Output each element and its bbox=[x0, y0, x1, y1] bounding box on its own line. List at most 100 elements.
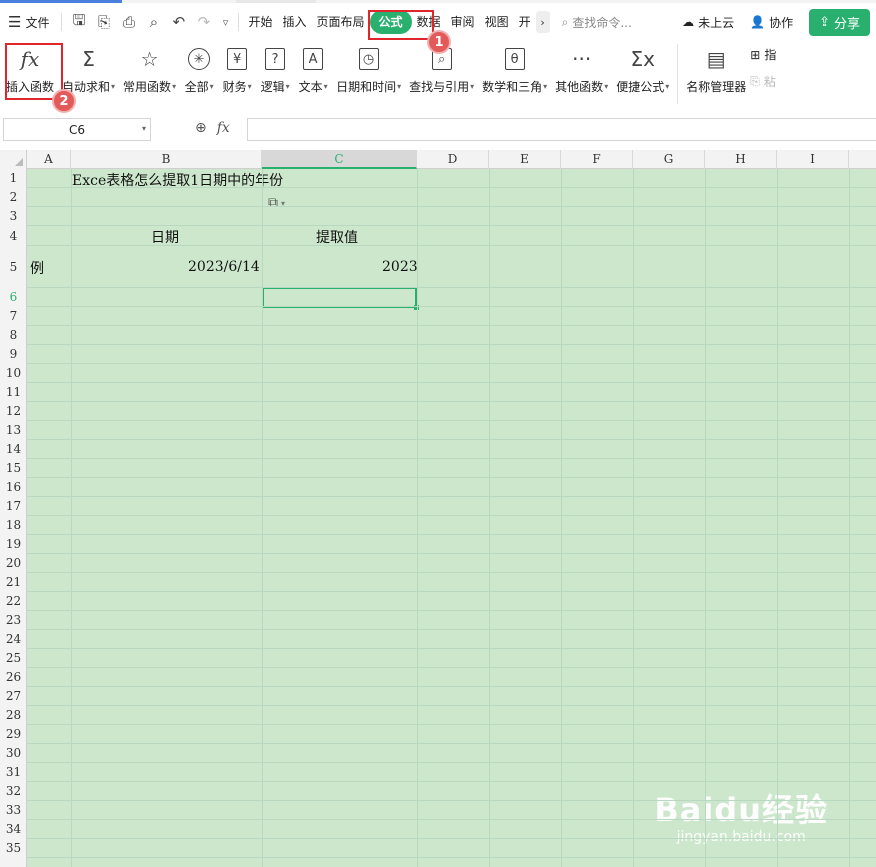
column-header-E[interactable]: E bbox=[489, 150, 561, 169]
row-header-29[interactable]: 29 bbox=[0, 725, 27, 744]
baidu-watermark: Baidu经验 jingyan.baidu.com bbox=[654, 785, 828, 845]
asterisk-icon: ✳ bbox=[188, 48, 211, 70]
cell-A5[interactable]: 例 bbox=[30, 258, 44, 278]
collaborate-button[interactable]: 👤 协作 bbox=[750, 14, 793, 31]
print-preview-icon[interactable]: ⌕ bbox=[141, 10, 166, 34]
row-header-28[interactable]: 28 bbox=[0, 706, 27, 725]
row-header-25[interactable]: 25 bbox=[0, 649, 27, 668]
save-icon[interactable]: 🖫 bbox=[66, 10, 91, 34]
cell-C4[interactable]: 提取值 bbox=[316, 227, 358, 247]
text-functions-label: 文本 bbox=[298, 80, 323, 94]
customize-quick-access-icon[interactable]: ▿ bbox=[216, 10, 234, 34]
row-header-12[interactable]: 12 bbox=[0, 402, 27, 421]
column-header-H[interactable]: H bbox=[705, 150, 777, 169]
row-header-23[interactable]: 23 bbox=[0, 611, 27, 630]
row-header-21[interactable]: 21 bbox=[0, 573, 27, 592]
lookup-reference-label: 查找与引用 bbox=[409, 80, 470, 94]
tab-page-layout[interactable]: 页面布局 bbox=[312, 10, 370, 34]
search-icon: ⌕ bbox=[561, 14, 569, 29]
column-header-D[interactable]: D bbox=[417, 150, 489, 169]
row-header-32[interactable]: 32 bbox=[0, 782, 27, 801]
row-header-3[interactable]: 3 bbox=[0, 207, 27, 226]
cell-C5[interactable]: 2023 bbox=[382, 259, 418, 275]
quick-formula-button[interactable]: Σx 便捷公式 ▾ bbox=[612, 40, 673, 104]
logical-button[interactable]: ? 逻辑 ▾ bbox=[256, 40, 294, 104]
column-header-I[interactable]: I bbox=[777, 150, 849, 169]
common-functions-button[interactable]: ☆ 常用函数 ▾ bbox=[119, 40, 180, 104]
grid-row-line bbox=[27, 648, 876, 649]
doc-tab-indicator bbox=[236, 0, 316, 3]
name-box[interactable]: C6 ▾ bbox=[3, 118, 151, 141]
tab-home[interactable]: 开始 bbox=[243, 10, 277, 34]
fx-icon[interactable]: fx bbox=[217, 120, 230, 136]
row-header-35[interactable]: 35 bbox=[0, 839, 27, 858]
row-header-34[interactable]: 34 bbox=[0, 820, 27, 839]
row-header-18[interactable]: 18 bbox=[0, 516, 27, 535]
formula-input[interactable] bbox=[247, 118, 876, 141]
annotation-box-insert-function bbox=[5, 43, 63, 100]
specify-button[interactable]: ⊞ 指 bbox=[750, 46, 776, 63]
row-header-30[interactable]: 30 bbox=[0, 744, 27, 763]
row-header-22[interactable]: 22 bbox=[0, 592, 27, 611]
row-header-1[interactable]: 1 bbox=[0, 169, 27, 188]
tab-developer[interactable]: 开 bbox=[514, 10, 536, 34]
column-header-B[interactable]: B bbox=[71, 150, 262, 169]
row-header-15[interactable]: 15 bbox=[0, 459, 27, 478]
text-functions-button[interactable]: A 文本 ▾ bbox=[294, 40, 332, 104]
row-header-16[interactable]: 16 bbox=[0, 478, 27, 497]
name-manager-button[interactable]: ▤ 名称管理器 bbox=[682, 40, 750, 104]
column-header-A[interactable]: A bbox=[27, 150, 71, 169]
row-header-14[interactable]: 14 bbox=[0, 440, 27, 459]
grid-row-line bbox=[27, 401, 876, 402]
row-header-11[interactable]: 11 bbox=[0, 383, 27, 402]
row-header-24[interactable]: 24 bbox=[0, 630, 27, 649]
row-header-8[interactable]: 8 bbox=[0, 326, 27, 345]
column-header-C[interactable]: C bbox=[262, 150, 417, 169]
row-header-27[interactable]: 27 bbox=[0, 687, 27, 706]
chevron-right-icon[interactable]: › bbox=[535, 11, 550, 33]
row-header-5[interactable]: 5 bbox=[0, 246, 27, 288]
paste-button[interactable]: ⎘ 粘 bbox=[750, 73, 776, 90]
export-pdf-icon[interactable]: ⎘ bbox=[91, 10, 116, 34]
row-header-13[interactable]: 13 bbox=[0, 421, 27, 440]
undo-icon[interactable]: ↶ bbox=[166, 10, 191, 34]
chevron-down-icon[interactable]: ▾ bbox=[142, 124, 146, 133]
row-header-2[interactable]: 2 bbox=[0, 188, 27, 207]
print-icon[interactable]: ⎙ bbox=[116, 10, 141, 34]
row-header-26[interactable]: 26 bbox=[0, 668, 27, 687]
cell-B5[interactable]: 2023/6/14 bbox=[188, 259, 260, 275]
selected-cell-C6[interactable] bbox=[262, 287, 419, 310]
financial-button[interactable]: ¥ 财务 ▾ bbox=[218, 40, 256, 104]
row-header-9[interactable]: 9 bbox=[0, 345, 27, 364]
column-header-F[interactable]: F bbox=[561, 150, 633, 169]
all-functions-button[interactable]: ✳ 全部 ▾ bbox=[180, 40, 218, 104]
spreadsheet-grid[interactable]: ABCDEFGHI 1 2 3 4 5 6 7 8 9 10 11 12 13 14 15 16 17 18 19 2… bbox=[0, 150, 876, 867]
date-time-button[interactable]: ◷ 日期和时间 ▾ bbox=[332, 40, 405, 104]
share-icon: ⇪ bbox=[819, 14, 830, 30]
math-trig-button[interactable]: θ 数学和三角 ▾ bbox=[478, 40, 551, 104]
tab-insert[interactable]: 插入 bbox=[277, 10, 311, 34]
tab-view[interactable]: 视图 bbox=[480, 10, 514, 34]
row-header-6[interactable]: 6 bbox=[0, 288, 27, 307]
other-functions-button[interactable]: ··· 其他函数 ▾ bbox=[551, 40, 612, 104]
row-header-7[interactable]: 7 bbox=[0, 307, 27, 326]
file-menu-button[interactable]: ☰ 文件 bbox=[0, 4, 57, 40]
cloud-status-button[interactable]: ☁ 未上云 bbox=[682, 14, 734, 31]
select-all-corner[interactable] bbox=[0, 150, 27, 169]
command-search[interactable]: ⌕ 查找命令... bbox=[562, 14, 662, 31]
grid-row-line bbox=[27, 534, 876, 535]
row-header-33[interactable]: 33 bbox=[0, 801, 27, 820]
redo-icon[interactable]: ↷ bbox=[191, 10, 216, 34]
column-header-G[interactable]: G bbox=[633, 150, 705, 169]
row-header-17[interactable]: 17 bbox=[0, 497, 27, 516]
zoom-icon[interactable]: ⊕ bbox=[195, 120, 207, 136]
tab-review[interactable]: 审阅 bbox=[446, 10, 480, 34]
paste-options-button[interactable]: ⧉ ▾ bbox=[268, 195, 285, 211]
row-header-4[interactable]: 4 bbox=[0, 226, 27, 246]
row-header-31[interactable]: 31 bbox=[0, 763, 27, 782]
row-header-20[interactable]: 20 bbox=[0, 554, 27, 573]
cell-B4[interactable]: 日期 bbox=[151, 227, 179, 247]
row-header-10[interactable]: 10 bbox=[0, 364, 27, 383]
share-button[interactable]: ⇪ 分享 bbox=[809, 8, 870, 36]
row-header-19[interactable]: 19 bbox=[0, 535, 27, 554]
